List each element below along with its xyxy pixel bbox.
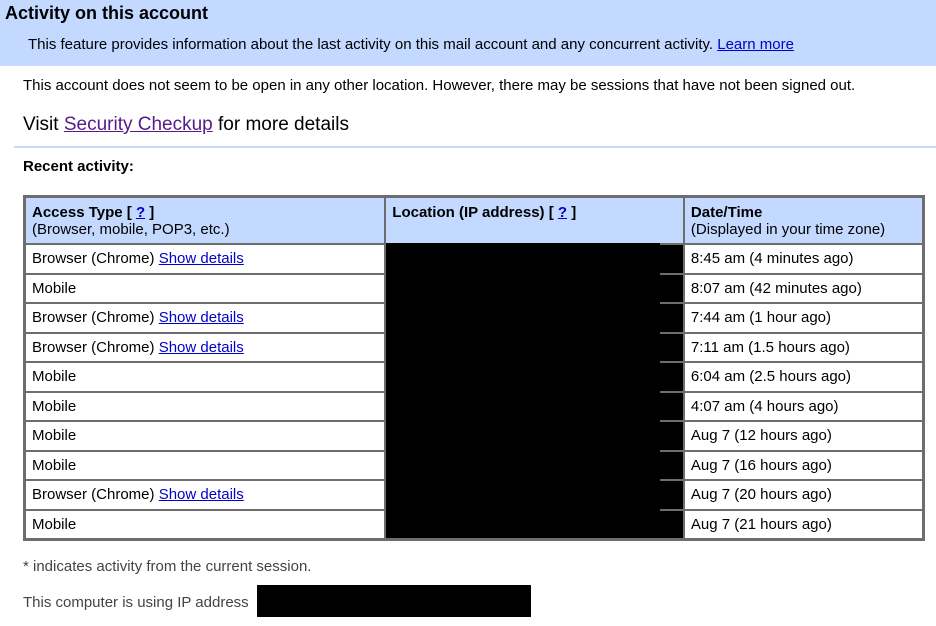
access-type-cell: Mobile xyxy=(25,273,386,303)
datetime-cell: 7:11 am (1.5 hours ago) xyxy=(683,332,923,362)
datetime-cell: 8:07 am (42 minutes ago) xyxy=(683,273,923,303)
learn-more-link[interactable]: Learn more xyxy=(717,36,794,53)
footnote: * indicates activity from the current se… xyxy=(23,558,312,575)
access-type-value: Browser (Chrome) xyxy=(32,309,155,327)
show-details-link[interactable]: Show details xyxy=(159,309,244,326)
page-title: Activity on this account xyxy=(5,3,209,23)
description-text: This feature provides information about … xyxy=(28,36,714,53)
datetime-cell: Aug 7 (16 hours ago) xyxy=(683,450,923,480)
access-type-title: Access Type xyxy=(32,204,123,221)
checkup-suffix: for more details xyxy=(218,114,349,135)
access-type-value: Browser (Chrome) xyxy=(32,486,155,504)
datetime-subtitle: (Displayed in your time zone) xyxy=(690,221,886,238)
session-notice: This account does not seem to be open in… xyxy=(23,77,856,94)
access-type-cell: Mobile xyxy=(25,391,386,421)
access-type-cell: Browser (Chrome) Show details xyxy=(25,244,386,274)
table-header-row: Access Type [ ? ] (Browser, mobile, POP3… xyxy=(25,197,923,244)
access-type-cell: Mobile xyxy=(25,450,386,480)
location-redaction xyxy=(386,243,660,537)
access-type-value: Mobile xyxy=(32,427,77,445)
access-type-value: Mobile xyxy=(32,456,77,474)
show-details-link[interactable]: Show details xyxy=(159,486,244,503)
checkup-prefix: Visit xyxy=(23,114,59,135)
access-type-value: Browser (Chrome) xyxy=(32,338,155,356)
access-type-value: Mobile xyxy=(32,515,77,533)
access-type-value: Mobile xyxy=(32,279,77,297)
activity-header: Activity on this account This feature pr… xyxy=(0,0,936,66)
header-description: This feature provides information about … xyxy=(28,36,794,53)
datetime-cell: 7:44 am (1 hour ago) xyxy=(683,303,923,333)
access-type-cell: Browser (Chrome) Show details xyxy=(25,332,386,362)
ip-address-redaction xyxy=(257,585,531,617)
recent-activity-label: Recent activity: xyxy=(23,158,134,175)
ip-address-line: This computer is using IP address xyxy=(23,594,249,611)
location-header: Location (IP address) [ ? ] xyxy=(385,197,684,244)
access-type-cell: Mobile xyxy=(25,421,386,451)
security-checkup-link[interactable]: Security Checkup xyxy=(64,114,213,135)
access-type-cell: Mobile xyxy=(25,509,386,539)
datetime-cell: 8:45 am (4 minutes ago) xyxy=(683,244,923,274)
access-type-value: Browser (Chrome) xyxy=(32,250,155,268)
datetime-header: Date/Time (Displayed in your time zone) xyxy=(683,197,923,244)
divider xyxy=(14,146,936,148)
show-details-link[interactable]: Show details xyxy=(159,339,244,356)
datetime-cell: 4:07 am (4 hours ago) xyxy=(683,391,923,421)
security-checkup-line: Visit Security Checkup for more details xyxy=(23,114,349,136)
access-type-cell: Browser (Chrome) Show details xyxy=(25,303,386,333)
access-type-header: Access Type [ ? ] (Browser, mobile, POP3… xyxy=(25,197,386,244)
datetime-cell: 6:04 am (2.5 hours ago) xyxy=(683,362,923,392)
access-type-cell: Mobile xyxy=(25,362,386,392)
datetime-cell: Aug 7 (20 hours ago) xyxy=(683,480,923,510)
datetime-title: Date/Time xyxy=(690,204,763,221)
location-title: Location (IP address) xyxy=(392,204,545,221)
datetime-cell: Aug 7 (12 hours ago) xyxy=(683,421,923,451)
access-type-value: Mobile xyxy=(32,397,77,415)
access-type-help-link[interactable]: ? xyxy=(136,204,145,221)
access-type-subtitle: (Browser, mobile, POP3, etc.) xyxy=(32,221,230,238)
access-type-value: Mobile xyxy=(32,368,77,386)
datetime-cell: Aug 7 (21 hours ago) xyxy=(683,509,923,539)
access-type-cell: Browser (Chrome) Show details xyxy=(25,480,386,510)
location-help-link[interactable]: ? xyxy=(558,204,567,221)
show-details-link[interactable]: Show details xyxy=(159,250,244,267)
